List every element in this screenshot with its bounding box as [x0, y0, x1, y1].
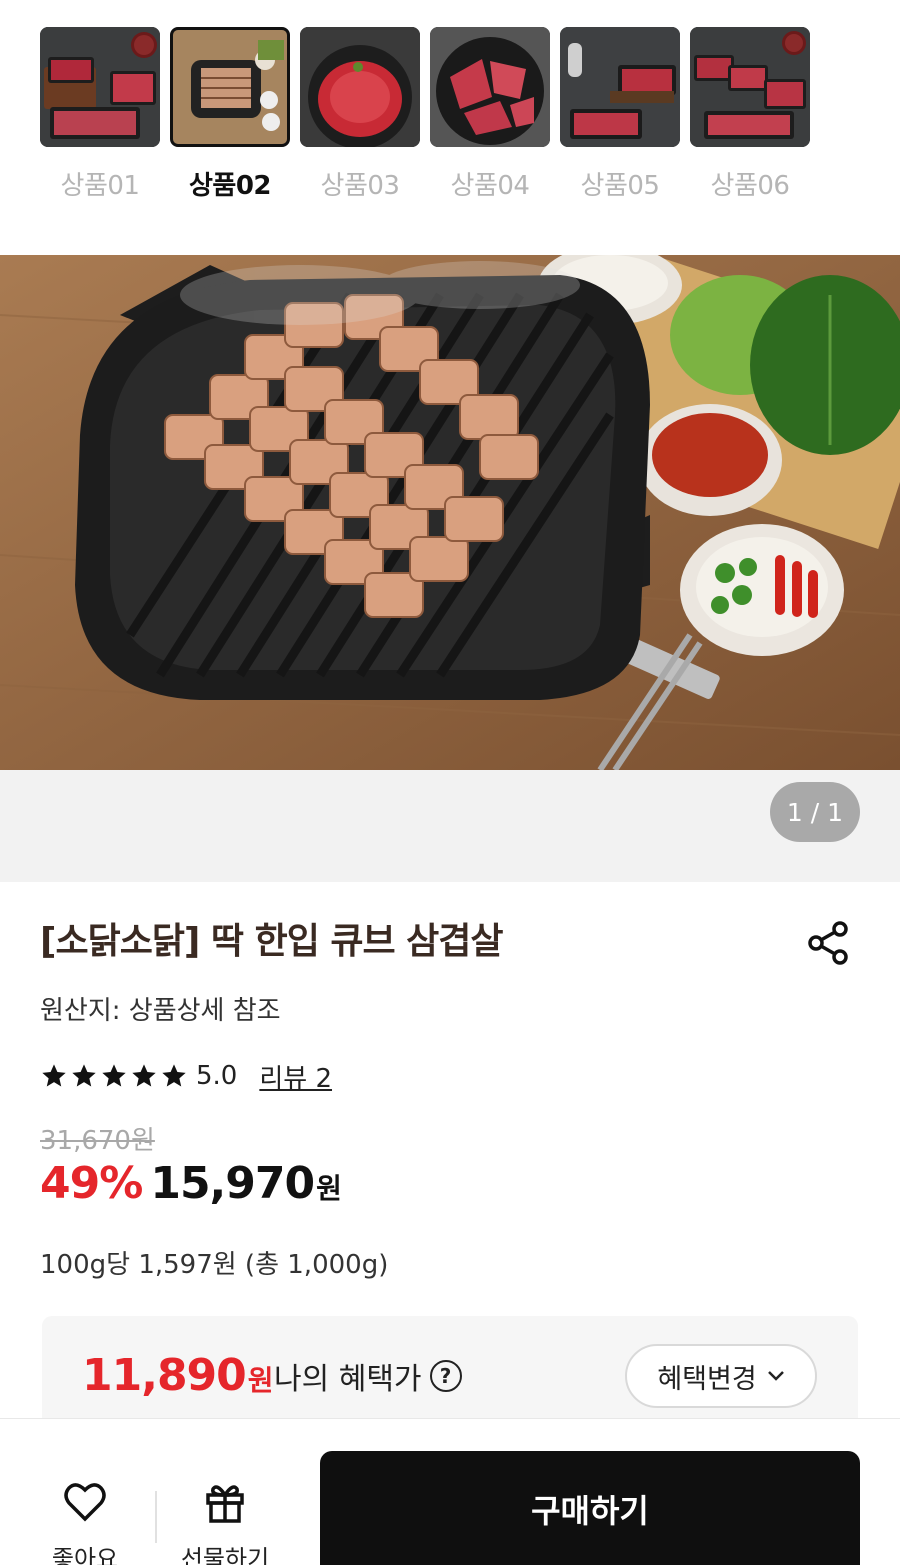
price-row: 49% 15,970 원	[40, 1158, 342, 1218]
gift-label: 선물하기	[180, 1545, 270, 1565]
unit-price: 100g당 1,597원 (총 1,000g)	[40, 1250, 389, 1280]
bottom-action-bar: 좋아요 선물하기 구매하기	[0, 1418, 900, 1565]
divider	[155, 1491, 157, 1543]
origin-info: 원산지: 상품상세 참조	[40, 996, 281, 1026]
price-unit: 원	[316, 1172, 342, 1205]
thumbnail-label: 상품01	[60, 171, 140, 201]
star-icon	[72, 1064, 96, 1087]
star-icon	[42, 1064, 66, 1087]
thumbnail-label: 상품05	[580, 171, 660, 201]
original-price: 31,670원	[40, 1126, 155, 1156]
chevron-down-icon	[767, 1371, 784, 1381]
thumbnail-image	[40, 27, 160, 147]
change-benefit-label: 혜택변경	[657, 1363, 757, 1395]
thumbnail-label: 상품04	[450, 171, 530, 201]
question-icon[interactable]: ?	[429, 1360, 462, 1392]
rating-stars	[40, 1062, 188, 1090]
image-pager: 1 / 1	[770, 782, 860, 842]
thumbnail-strip: 상품01 상품02 상품03 상품04 상품05 상품06	[40, 27, 820, 202]
star-icon	[102, 1064, 126, 1087]
gift-button[interactable]: 선물하기	[175, 1477, 275, 1565]
discount-rate: 49%	[40, 1158, 143, 1209]
thumbnail-product-03[interactable]: 상품03	[300, 27, 420, 202]
benefit-price-unit: 원	[247, 1364, 274, 1397]
benefit-price-value: 11,890	[82, 1350, 247, 1401]
rating-score: 5.0	[196, 1061, 238, 1091]
heart-icon	[64, 1483, 106, 1522]
thumbnail-image	[560, 27, 680, 147]
sale-price: 15,970	[150, 1158, 315, 1209]
gallery-footer: 1 / 1	[0, 770, 900, 882]
thumbnail-label: 상품06	[710, 171, 790, 201]
thumbnail-product-04[interactable]: 상품04	[430, 27, 550, 202]
benefit-price: 11,890 원	[82, 1350, 274, 1401]
like-label: 좋아요	[51, 1545, 119, 1565]
thumbnail-product-01[interactable]: 상품01	[40, 27, 160, 202]
gift-icon	[206, 1485, 244, 1523]
product-main-image[interactable]	[0, 255, 900, 770]
star-icon	[132, 1064, 156, 1087]
thumbnail-label: 상품03	[320, 171, 400, 201]
thumbnail-image	[430, 27, 550, 147]
benefit-label-row: 나의 혜택가 ?	[274, 1354, 462, 1398]
thumbnail-image	[690, 27, 810, 147]
review-link[interactable]: 리뷰 2	[259, 1058, 332, 1095]
thumbnail-product-06[interactable]: 상품06	[690, 27, 810, 202]
star-icon	[162, 1064, 186, 1087]
thumbnail-image	[170, 27, 290, 147]
thumbnail-product-05[interactable]: 상품05	[560, 27, 680, 202]
product-title: [소닭소닭] 딱 한입 큐브 삼겹살	[40, 921, 503, 962]
thumbnail-label: 상품02	[188, 171, 272, 201]
benefit-label: 나의 혜택가	[274, 1362, 422, 1397]
thumbnail-image	[300, 27, 420, 147]
buy-button[interactable]: 구매하기	[320, 1451, 860, 1565]
change-benefit-button[interactable]: 혜택변경	[625, 1344, 817, 1408]
thumbnail-product-02[interactable]: 상품02	[170, 27, 290, 202]
rating-row: 5.0 리뷰 2	[40, 1058, 332, 1094]
like-button[interactable]: 좋아요	[35, 1477, 135, 1565]
share-icon[interactable]	[804, 918, 854, 968]
